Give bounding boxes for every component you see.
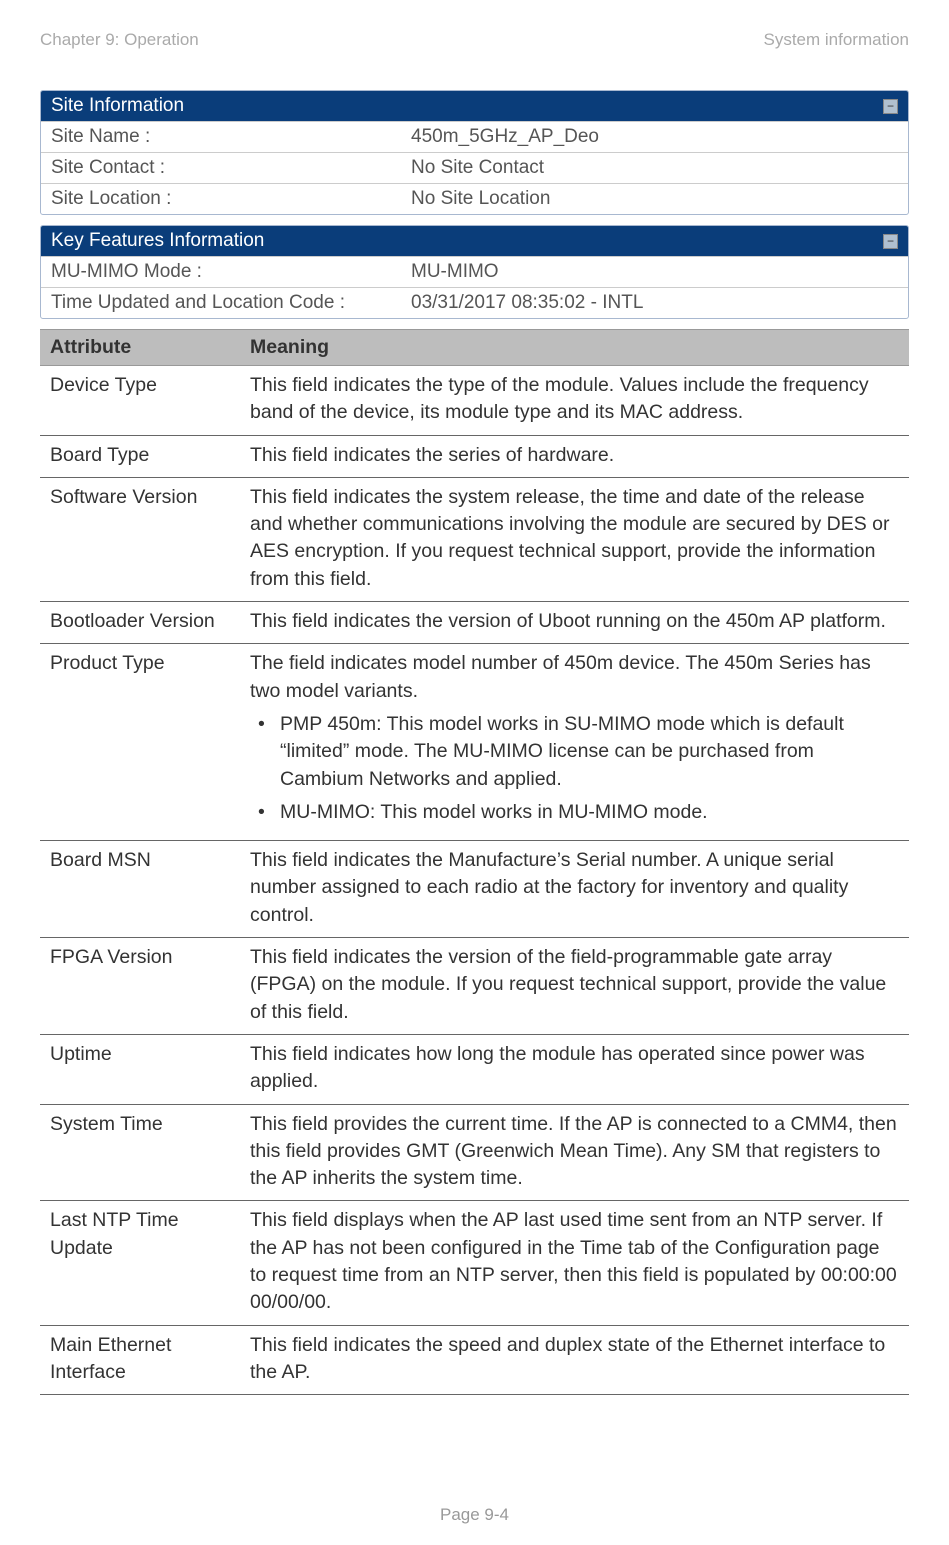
page-number: Page 9-4 [440, 1505, 509, 1524]
site-information-panel: Site Information − Site Name : 450m_5GHz… [40, 90, 909, 215]
attr-name: Software Version [40, 477, 240, 601]
column-meaning: Meaning [240, 330, 909, 366]
table-row: Last NTP Time Update This field displays… [40, 1201, 909, 1325]
row-label: Time Updated and Location Code : [41, 288, 401, 318]
row-label: MU-MIMO Mode : [41, 257, 401, 287]
attr-meaning: This field indicates the series of hardw… [240, 435, 909, 477]
key-features-header: Key Features Information − [41, 226, 908, 256]
attr-name: Uptime [40, 1034, 240, 1104]
table-row: Board Type This field indicates the seri… [40, 435, 909, 477]
table-row: System Time This field provides the curr… [40, 1104, 909, 1201]
chapter-label: Chapter 9: Operation [40, 30, 199, 50]
attr-name: Board MSN [40, 841, 240, 938]
table-row: Bootloader Version This field indicates … [40, 602, 909, 644]
bullet-list: • PMP 450m: This model works in SU-MIMO … [250, 711, 899, 826]
product-intro: The field indicates model number of 450m… [250, 650, 899, 705]
attr-meaning: This field indicates the version of Uboo… [240, 602, 909, 644]
attr-meaning: This field indicates the type of the mod… [240, 366, 909, 436]
site-contact-row: Site Contact : No Site Contact [41, 152, 908, 183]
page-footer: Page 9-4 [40, 1505, 909, 1525]
attr-name: Device Type [40, 366, 240, 436]
collapse-icon[interactable]: − [883, 234, 898, 249]
attr-meaning: This field indicates the version of the … [240, 938, 909, 1035]
bullet-text: MU-MIMO: This model works in MU-MIMO mod… [280, 799, 899, 826]
table-row: Product Type The field indicates model n… [40, 644, 909, 841]
table-row: Board MSN This field indicates the Manuf… [40, 841, 909, 938]
bullet-icon: • [250, 799, 280, 826]
attr-name: FPGA Version [40, 938, 240, 1035]
attr-meaning: This field indicates how long the module… [240, 1034, 909, 1104]
attr-name: Bootloader Version [40, 602, 240, 644]
attr-meaning: This field displays when the AP last use… [240, 1201, 909, 1325]
attr-name: Board Type [40, 435, 240, 477]
row-value: No Site Location [401, 184, 908, 214]
attr-meaning: This field provides the current time. If… [240, 1104, 909, 1201]
row-value: 03/31/2017 08:35:02 - INTL [401, 288, 908, 318]
table-header-row: Attribute Meaning [40, 330, 909, 366]
collapse-icon[interactable]: − [883, 99, 898, 114]
list-item: • PMP 450m: This model works in SU-MIMO … [250, 711, 899, 793]
attribute-table: Attribute Meaning Device Type This field… [40, 329, 909, 1395]
row-label: Site Name : [41, 122, 401, 152]
attr-name: Main Ethernet Interface [40, 1325, 240, 1395]
row-label: Site Contact : [41, 153, 401, 183]
panel-title: Site Information [51, 95, 184, 117]
row-value: No Site Contact [401, 153, 908, 183]
row-label: Site Location : [41, 184, 401, 214]
bullet-text: PMP 450m: This model works in SU-MIMO mo… [280, 711, 899, 793]
site-information-header: Site Information − [41, 91, 908, 121]
site-name-row: Site Name : 450m_5GHz_AP_Deo [41, 121, 908, 152]
site-location-row: Site Location : No Site Location [41, 183, 908, 214]
list-item: • MU-MIMO: This model works in MU-MIMO m… [250, 799, 899, 826]
panel-title: Key Features Information [51, 230, 264, 252]
table-row: Software Version This field indicates th… [40, 477, 909, 601]
row-value: MU-MIMO [401, 257, 908, 287]
table-row: Device Type This field indicates the typ… [40, 366, 909, 436]
attr-meaning: This field indicates the system release,… [240, 477, 909, 601]
table-row: Uptime This field indicates how long the… [40, 1034, 909, 1104]
column-attribute: Attribute [40, 330, 240, 366]
section-label: System information [764, 30, 910, 50]
table-row: FPGA Version This field indicates the ve… [40, 938, 909, 1035]
mu-mimo-row: MU-MIMO Mode : MU-MIMO [41, 256, 908, 287]
attr-name: Last NTP Time Update [40, 1201, 240, 1325]
page-header: Chapter 9: Operation System information [40, 30, 909, 50]
attr-meaning: This field indicates the Manufacture’s S… [240, 841, 909, 938]
attr-name: Product Type [40, 644, 240, 841]
table-row: Main Ethernet Interface This field indic… [40, 1325, 909, 1395]
bullet-icon: • [250, 711, 280, 793]
attr-name: System Time [40, 1104, 240, 1201]
attr-meaning-product: The field indicates model number of 450m… [240, 644, 909, 841]
row-value: 450m_5GHz_AP_Deo [401, 122, 908, 152]
time-location-row: Time Updated and Location Code : 03/31/2… [41, 287, 908, 318]
attr-meaning: This field indicates the speed and duple… [240, 1325, 909, 1395]
key-features-panel: Key Features Information − MU-MIMO Mode … [40, 225, 909, 319]
